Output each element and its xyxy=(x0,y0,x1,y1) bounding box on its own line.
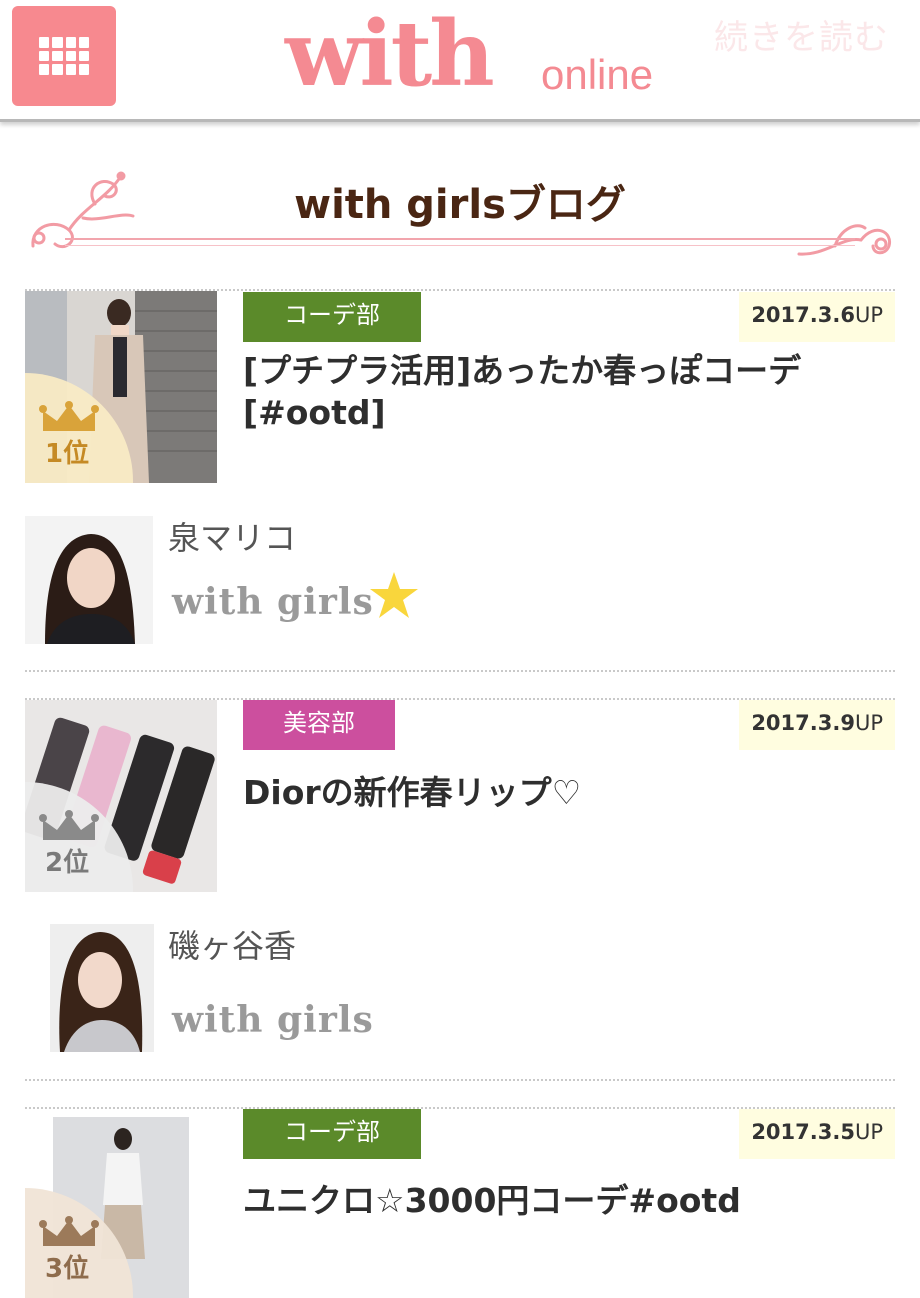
entry-title[interactable]: Diorの新作春リップ♡ xyxy=(243,772,883,814)
crown-icon xyxy=(39,1216,99,1246)
crown-icon xyxy=(39,810,99,840)
post-date-suffix: UP xyxy=(854,303,883,327)
star-icon xyxy=(370,572,418,618)
read-more-link[interactable]: 続きを読む xyxy=(714,10,889,59)
rank-label: 2位 xyxy=(45,848,90,878)
author-name[interactable]: 泉マリコ xyxy=(168,518,296,558)
entry-title[interactable]: ユニクロ☆3000円コーデ#ootd xyxy=(243,1180,883,1222)
author-name[interactable]: 磯ヶ谷香 xyxy=(168,926,296,966)
author-avatar[interactable] xyxy=(50,924,154,1052)
rank-label: 1位 xyxy=(45,439,90,469)
logo-main-text: with xyxy=(285,1,495,107)
with-girls-badge: with girls xyxy=(172,581,374,623)
rank-label: 3位 xyxy=(45,1254,90,1284)
site-logo[interactable]: with online xyxy=(285,4,705,104)
author-avatar[interactable] xyxy=(25,516,153,644)
grid-menu-icon xyxy=(39,37,89,75)
ornament-rule xyxy=(65,245,855,246)
app-header: with online 続きを読む xyxy=(0,0,920,122)
category-tag[interactable]: 美容部 xyxy=(243,700,395,750)
entry-thumbnail[interactable]: 2位 xyxy=(25,700,217,892)
post-date-value: 2017.3.6 xyxy=(751,303,855,327)
with-girls-badge: with girls xyxy=(172,999,374,1041)
post-date: 2017.3.5UP xyxy=(739,1109,895,1159)
section-title: with girlsブログ xyxy=(294,182,626,228)
post-date-suffix: UP xyxy=(854,1120,883,1144)
post-date: 2017.3.9UP xyxy=(739,700,895,750)
logo-sub-text: online xyxy=(541,51,654,98)
section-header: with girlsブログ xyxy=(25,168,895,263)
entry-divider xyxy=(25,1079,895,1081)
category-tag[interactable]: コーデ部 xyxy=(243,1109,421,1159)
entry-thumbnail[interactable]: 3位 xyxy=(25,1109,217,1298)
ornament-rule xyxy=(65,238,855,240)
post-date-value: 2017.3.5 xyxy=(751,1120,855,1144)
entry-thumbnail[interactable]: 1位 xyxy=(25,291,217,483)
menu-button[interactable] xyxy=(12,6,116,106)
post-date-suffix: UP xyxy=(854,711,883,735)
entry-divider xyxy=(25,670,895,672)
post-date-value: 2017.3.9 xyxy=(751,711,855,735)
category-tag[interactable]: コーデ部 xyxy=(243,292,421,342)
crown-icon xyxy=(39,401,99,431)
entry-title[interactable]: [プチプラ活用]あったか春っぽコーデ[#ootd] xyxy=(243,350,883,434)
post-date: 2017.3.6UP xyxy=(739,292,895,342)
